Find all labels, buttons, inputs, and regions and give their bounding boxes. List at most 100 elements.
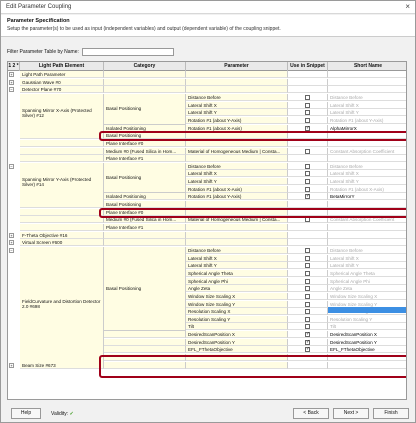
short-name-cell[interactable]: Distance Before: [328, 94, 406, 101]
parameter-header[interactable]: Parameter: [186, 62, 288, 71]
table-row[interactable]: − Detector Plane #70: [8, 86, 406, 94]
use-in-snippet-checkbox[interactable]: [305, 278, 310, 284]
use-in-snippet-checkbox[interactable]: [305, 193, 310, 200]
short-name-cell[interactable]: Lateral Shift X: [328, 102, 406, 109]
use-in-snippet-cell: [288, 292, 328, 300]
element-cell: F-Theta Objective #16: [20, 231, 104, 239]
short-name-cell[interactable]: Distance Before: [328, 247, 406, 254]
expand-toggle-icon[interactable]: −: [9, 87, 14, 93]
close-icon[interactable]: ×: [405, 2, 410, 11]
use-in-snippet-checkbox[interactable]: [305, 179, 310, 185]
use-in-snippet-checkbox[interactable]: [305, 148, 310, 154]
use-in-snippet-checkbox[interactable]: [305, 324, 310, 330]
use-in-snippet-checkbox[interactable]: [305, 217, 310, 223]
parameter-cell: Distance Before: [186, 162, 288, 170]
levels-header[interactable]: 1 2 *: [8, 62, 20, 71]
short-name-cell: [328, 155, 406, 163]
short-name-cell[interactable]: Distance Before: [328, 163, 406, 170]
short-name-cell[interactable]: EFL_FThetaObjective: [328, 346, 406, 354]
use-in-snippet-checkbox[interactable]: [305, 309, 310, 315]
table-row[interactable]: + Virtual Screen #600: [8, 239, 406, 247]
use-in-snippet-cell: [288, 254, 328, 262]
use-in-snippet-checkbox[interactable]: [305, 270, 310, 276]
table-row[interactable]: Basal Positioning: [8, 201, 406, 209]
table-row[interactable]: Medium #0 (Fused Silica in Hom... Materia…: [8, 147, 406, 155]
group-category-label: Basal Positioning: [104, 162, 186, 194]
table-row[interactable]: Plane Interface #1: [8, 155, 406, 163]
header-panel: Parameter Specification Setup the parame…: [1, 15, 415, 37]
short-name-cell[interactable]: Spherical Angle Theta: [328, 270, 406, 277]
use-in-snippet-checkbox[interactable]: [305, 346, 310, 353]
use-in-snippet-checkbox[interactable]: [305, 263, 310, 269]
expand-toggle-icon[interactable]: +: [9, 79, 14, 85]
table-header: 1 2 * Light Path Element Category Parame…: [8, 62, 406, 71]
short-name-cell[interactable]: Window Size Scaling X: [328, 293, 406, 300]
element-cell: [20, 208, 104, 216]
short-name-cell[interactable]: Resolution Scaling Y: [328, 316, 406, 323]
element-header[interactable]: Light Path Element: [20, 62, 104, 71]
finish-button[interactable]: Finish: [373, 408, 409, 419]
use-in-snippet-checkbox[interactable]: [305, 255, 310, 261]
short-name-cell[interactable]: Lateral Shift X: [328, 255, 406, 262]
use-in-snippet-checkbox[interactable]: [305, 301, 310, 307]
expand-toggle-icon[interactable]: +: [9, 362, 14, 368]
use-in-snippet-cell: [288, 162, 328, 170]
short-name-cell[interactable]: Angle Zeta: [328, 285, 406, 293]
short-name-header[interactable]: Short Name: [328, 62, 406, 71]
expand-toggle-icon[interactable]: −: [9, 247, 14, 253]
short-name-cell[interactable]: Lateral Shift Y: [328, 178, 406, 186]
use-in-snippet-checkbox[interactable]: [305, 331, 310, 338]
title-bar: Edit Parameter Coupling ×: [1, 1, 415, 14]
use-in-snippet-checkbox[interactable]: [305, 117, 310, 123]
use-in-snippet-header[interactable]: Use in Snippet: [288, 62, 328, 71]
use-in-snippet-cell: [288, 71, 328, 78]
filter-input[interactable]: [81, 48, 174, 56]
short-name-cell[interactable]: Lateral Shift X: [328, 170, 406, 178]
short-name-cell[interactable]: DesiredScanPosition Y: [328, 339, 406, 346]
back-button[interactable]: < Back: [293, 408, 329, 419]
table-row[interactable]: + Gaussian Wave #0: [8, 78, 406, 86]
use-in-snippet-cell: [288, 193, 328, 201]
use-in-snippet-cell: [288, 155, 328, 163]
validity-indicator: Validity: ✓: [51, 411, 74, 417]
short-name-cell[interactable]: DesiredScanPosition X: [328, 331, 406, 339]
short-name-cell[interactable]: BetaMirrorY: [328, 193, 406, 201]
use-in-snippet-checkbox[interactable]: [305, 125, 310, 131]
use-in-snippet-checkbox[interactable]: [305, 110, 310, 116]
use-in-snippet-checkbox[interactable]: [305, 186, 310, 192]
use-in-snippet-checkbox[interactable]: [305, 163, 310, 169]
short-name-cell[interactable]: Spherical Angle Phi: [328, 278, 406, 285]
table-row[interactable]: Plane Interface #1: [8, 224, 406, 231]
short-name-cell[interactable]: Lateral Shift Y: [328, 109, 406, 117]
table-row[interactable]: + F-Theta Objective #16: [8, 231, 406, 239]
use-in-snippet-cell: [288, 246, 328, 254]
expand-toggle-icon[interactable]: +: [9, 72, 14, 77]
use-in-snippet-checkbox[interactable]: [305, 247, 310, 253]
next-button[interactable]: Next >: [333, 408, 369, 419]
short-name-cell[interactable]: Rotation #1 (about Y-Axis): [328, 117, 406, 124]
short-name-cell[interactable]: Rotation #1 (about X-Axis): [328, 186, 406, 193]
use-in-snippet-checkbox[interactable]: [305, 339, 310, 345]
short-name-cell: [328, 201, 406, 209]
short-name-cell[interactable]: Lateral Shift Y: [328, 262, 406, 270]
use-in-snippet-checkbox[interactable]: [305, 102, 310, 108]
parameter-cell: Distance Before: [186, 93, 288, 101]
table-row[interactable]: + Light Path Parameter: [8, 71, 406, 78]
parameter-cell: Distance Before: [186, 246, 288, 254]
expand-toggle-icon[interactable]: +: [9, 240, 14, 246]
use-in-snippet-checkbox[interactable]: [305, 94, 310, 100]
use-in-snippet-checkbox[interactable]: [305, 286, 310, 292]
element-cell: [20, 147, 104, 155]
expand-toggle-icon[interactable]: −: [9, 163, 14, 169]
short-name-cell[interactable]: Tilt: [328, 323, 406, 331]
expand-toggle-icon[interactable]: +: [9, 232, 14, 238]
use-in-snippet-checkbox[interactable]: [305, 316, 310, 322]
category-header[interactable]: Category: [104, 62, 186, 71]
help-button[interactable]: Help: [11, 408, 41, 419]
parameter-cell: Spherical Angle Phi: [186, 277, 288, 285]
use-in-snippet-checkbox[interactable]: [305, 293, 310, 299]
selected-cell[interactable]: [328, 307, 406, 313]
use-in-snippet-checkbox[interactable]: [305, 171, 310, 177]
short-name-cell[interactable]: Constant Absorption Coefficient: [328, 148, 406, 155]
footer-bar: Help Validity: ✓ < Back Next > Finish: [1, 405, 415, 422]
